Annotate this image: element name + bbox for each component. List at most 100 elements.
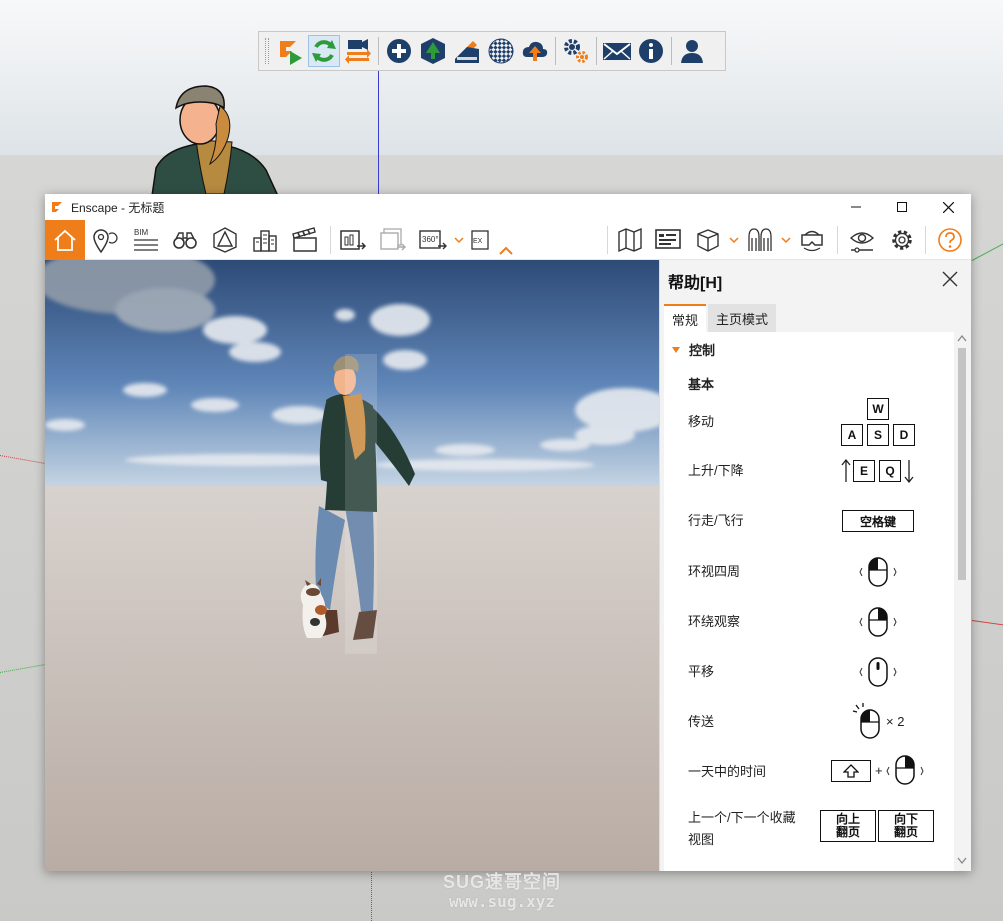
close-window-button[interactable]	[925, 194, 971, 220]
toolbar-grip[interactable]	[265, 38, 269, 64]
upload-icon	[522, 41, 548, 61]
settings-button[interactable]	[560, 35, 592, 67]
control-label: 一天中的时间	[688, 764, 767, 779]
general-settings-button[interactable]	[883, 220, 921, 260]
toolbar-separator	[596, 37, 597, 65]
enscape-logo-icon	[52, 202, 62, 212]
chevron-down-icon[interactable]	[454, 234, 464, 246]
checkerboard-icon	[488, 38, 514, 64]
bim-list-icon: BIM	[134, 228, 158, 251]
mouse-left-click-icon	[859, 557, 897, 587]
key-shift	[831, 760, 871, 782]
render-image-button[interactable]	[334, 220, 372, 260]
walk-mode-button[interactable]	[741, 220, 779, 260]
arrow-up-icon	[841, 459, 851, 482]
monitor-stats-icon	[655, 229, 681, 249]
toolbar-separator	[607, 226, 608, 254]
maximize-icon	[897, 202, 907, 212]
visual-settings-button[interactable]	[843, 220, 881, 260]
collapse-arrow-icon	[672, 346, 680, 353]
atmosphere-button[interactable]	[206, 220, 244, 260]
help-question-icon	[938, 228, 962, 252]
home-icon	[54, 229, 76, 251]
orthographic-view-button[interactable]	[689, 220, 727, 260]
window-title: Enscape - 无标题	[71, 200, 165, 215]
walk-arches-icon	[748, 228, 772, 251]
help-panel-title: 帮助[H]	[668, 275, 723, 292]
tab-home-mode[interactable]: 主页模式	[708, 304, 777, 332]
svg-text:360°: 360°	[422, 235, 439, 244]
about-info-icon	[639, 39, 663, 63]
blue-axis-line	[378, 70, 379, 195]
maximize-button[interactable]	[879, 194, 925, 220]
chevron-down-icon[interactable]	[729, 234, 739, 246]
controls-section-header[interactable]: 控制	[672, 340, 715, 359]
view-management-button[interactable]	[86, 220, 124, 260]
control-label-line2: 视图	[688, 832, 715, 847]
toolbar-separator	[671, 37, 672, 65]
binoculars-icon	[173, 232, 197, 249]
feedback-mail-icon	[603, 43, 631, 60]
control-label: 传送	[688, 714, 715, 729]
chevron-down-icon[interactable]	[957, 857, 967, 865]
help-scrollbar[interactable]	[954, 332, 970, 871]
add-button[interactable]	[383, 35, 415, 67]
export-button[interactable]: EX	[466, 220, 494, 260]
sync-refresh-icon	[312, 40, 336, 62]
sync-views-icon	[345, 39, 371, 64]
about-button[interactable]	[635, 35, 667, 67]
control-label: 环视四周	[688, 564, 741, 579]
video-editor-button[interactable]	[286, 220, 324, 260]
settings-gears-icon	[564, 39, 588, 63]
control-label: 平移	[688, 664, 715, 679]
render-viewport[interactable]	[45, 260, 659, 871]
window-title-bar[interactable]: Enscape - 无标题	[45, 194, 971, 220]
site-context-button[interactable]	[246, 220, 284, 260]
shift-arrow-icon	[843, 764, 859, 778]
panorama-button[interactable]: 360°	[414, 220, 452, 260]
help-tabs: 常规 主页模式	[664, 304, 777, 332]
material-editor-icon	[455, 41, 479, 63]
home-button[interactable]	[45, 220, 85, 260]
enscape-start-button[interactable]	[274, 35, 306, 67]
mouse-middle-click-icon	[859, 657, 897, 687]
chevron-up-icon[interactable]	[957, 334, 967, 342]
upload-button[interactable]	[519, 35, 551, 67]
live-update-button[interactable]	[308, 35, 340, 67]
key-page-up-line2: 翻页	[835, 825, 860, 839]
sync-views-button[interactable]	[342, 35, 374, 67]
sketchup-person-figure[interactable]	[150, 80, 280, 196]
material-editor-button[interactable]	[451, 35, 483, 67]
batch-render-button[interactable]	[374, 220, 412, 260]
mouse-right-click-icon	[859, 607, 897, 637]
help-button[interactable]	[931, 220, 969, 260]
asset-library-button[interactable]	[417, 35, 449, 67]
chevron-down-icon[interactable]	[781, 234, 791, 246]
scrollbar-thumb[interactable]	[958, 348, 966, 580]
add-icon	[387, 39, 411, 63]
chevron-up-icon[interactable]	[498, 246, 514, 256]
svg-text:EX: EX	[473, 238, 483, 245]
feedback-button[interactable]	[601, 35, 633, 67]
export-file-icon: EX	[471, 230, 489, 250]
control-label: 上升/下降	[688, 463, 744, 478]
vr-headset-button[interactable]	[793, 220, 831, 260]
cube-icon	[697, 229, 719, 252]
minimize-button[interactable]	[833, 194, 879, 220]
account-button[interactable]	[676, 35, 708, 67]
checkerboard-button[interactable]	[485, 35, 517, 67]
close-icon	[942, 271, 958, 287]
help-close-button[interactable]	[940, 269, 960, 289]
viewport-overlay-button[interactable]	[649, 220, 687, 260]
control-label-line1: 上一个/下一个收藏	[688, 810, 796, 825]
mouse-right-click-icon	[886, 755, 924, 785]
tab-general[interactable]: 常规	[664, 304, 707, 332]
map-button[interactable]	[611, 220, 649, 260]
control-label: 移动	[688, 414, 715, 429]
toolbar-separator	[330, 226, 331, 254]
control-label: 行走/飞行	[688, 513, 744, 528]
bim-info-button[interactable]: BIM	[126, 220, 164, 260]
binoculars-button[interactable]	[166, 220, 204, 260]
arrow-down-icon	[904, 460, 914, 483]
key-w: W	[867, 398, 889, 420]
